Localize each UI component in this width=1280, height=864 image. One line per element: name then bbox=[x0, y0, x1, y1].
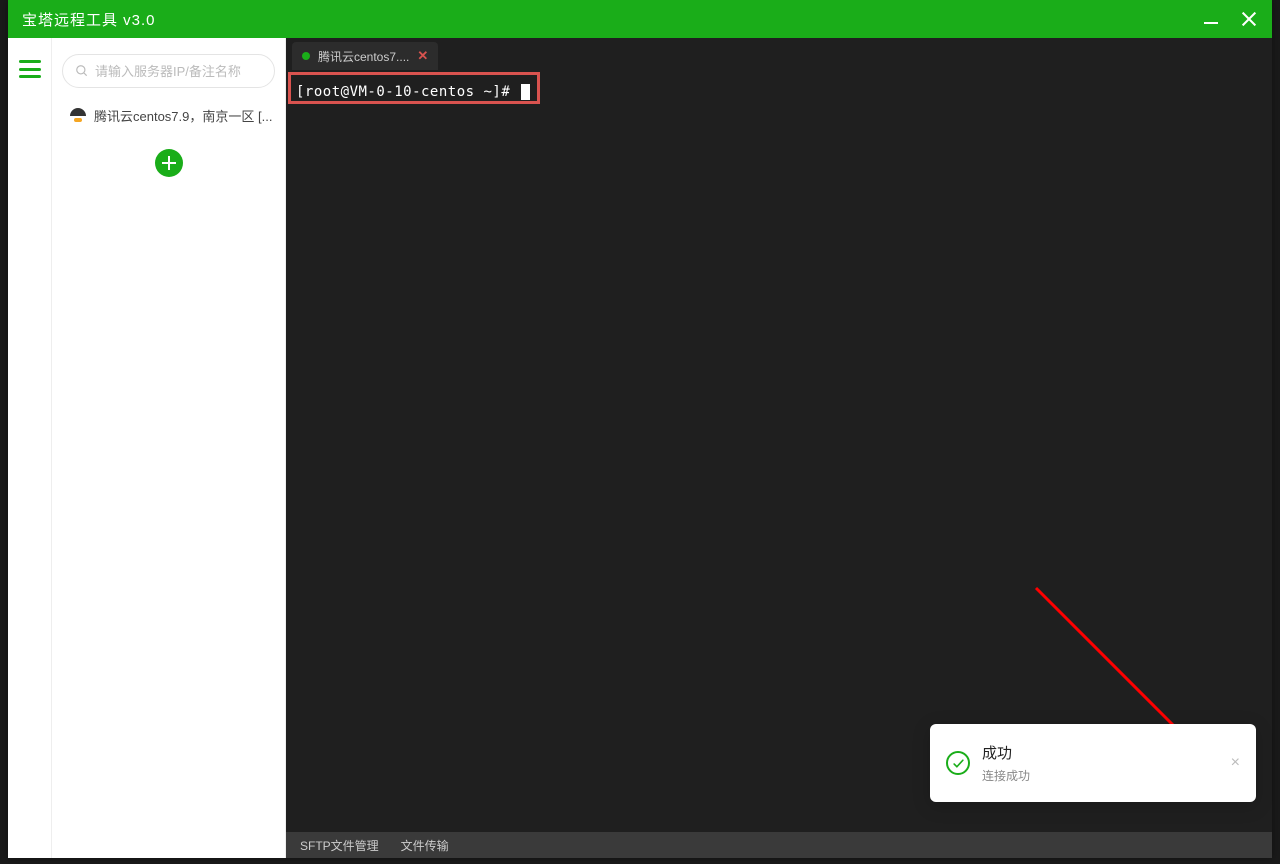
add-server-button[interactable] bbox=[155, 149, 183, 177]
minimize-button[interactable] bbox=[1202, 10, 1220, 28]
terminal-cursor bbox=[521, 84, 530, 100]
status-dot-icon bbox=[302, 52, 310, 60]
left-rail bbox=[8, 38, 52, 858]
sftp-manager-button[interactable]: SFTP文件管理 bbox=[300, 837, 379, 854]
toast-title: 成功 bbox=[982, 742, 1219, 763]
tab-close-button[interactable]: ✕ bbox=[417, 48, 428, 64]
statusbar: SFTP文件管理 文件传输 bbox=[286, 832, 1272, 858]
titlebar: 宝塔远程工具 v3.0 bbox=[8, 0, 1272, 38]
server-list-item[interactable]: 腾讯云centos7.9，南京一区 [... bbox=[62, 96, 275, 135]
toast-close-button[interactable]: × bbox=[1231, 754, 1240, 772]
main-area: 腾讯云centos7.... ✕ [root@VM-0-10-centos ~]… bbox=[286, 38, 1272, 858]
success-check-icon bbox=[946, 751, 970, 775]
linux-icon bbox=[70, 108, 86, 124]
sidebar: 腾讯云centos7.9，南京一区 [... bbox=[52, 38, 286, 858]
search-box[interactable] bbox=[62, 54, 275, 88]
body-area: 腾讯云centos7.9，南京一区 [... 腾讯云centos7.... ✕ … bbox=[8, 38, 1272, 858]
tab-label: 腾讯云centos7.... bbox=[318, 48, 409, 65]
app-window: 宝塔远程工具 v3.0 腾讯云centos7.9，南京一区 [... bbox=[8, 0, 1272, 858]
search-input[interactable] bbox=[95, 64, 262, 79]
success-toast: 成功 连接成功 × bbox=[930, 724, 1256, 802]
terminal-prompt: [root@VM-0-10-centos ~]# bbox=[296, 84, 519, 100]
close-button[interactable] bbox=[1240, 10, 1258, 28]
file-transfer-button[interactable]: 文件传输 bbox=[401, 837, 449, 854]
toast-subtitle: 连接成功 bbox=[982, 767, 1219, 784]
menu-icon[interactable] bbox=[19, 60, 41, 78]
server-label: 腾讯云centos7.9，南京一区 [... bbox=[94, 106, 272, 125]
toast-body: 成功 连接成功 bbox=[982, 742, 1219, 784]
search-icon bbox=[75, 64, 89, 78]
terminal-tab[interactable]: 腾讯云centos7.... ✕ bbox=[292, 42, 438, 70]
terminal[interactable]: [root@VM-0-10-centos ~]# bbox=[286, 70, 1272, 832]
window-controls bbox=[1202, 10, 1258, 28]
app-title: 宝塔远程工具 v3.0 bbox=[22, 9, 156, 30]
tabbar: 腾讯云centos7.... ✕ bbox=[286, 38, 1272, 70]
